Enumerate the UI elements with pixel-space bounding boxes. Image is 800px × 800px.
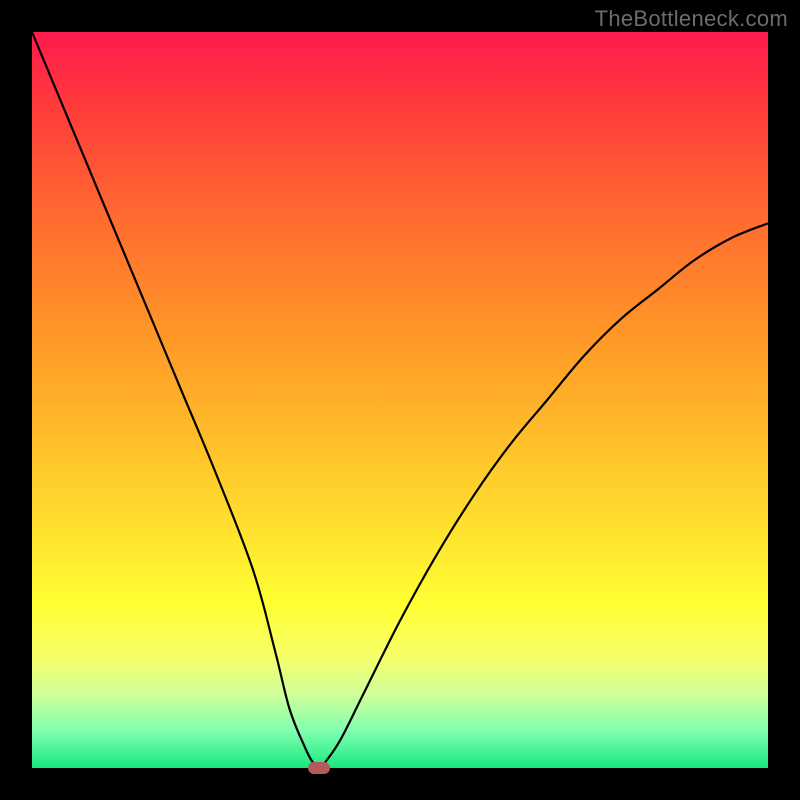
minimum-marker xyxy=(308,762,330,774)
watermark-text: TheBottleneck.com xyxy=(595,6,788,32)
bottleneck-curve xyxy=(32,32,768,768)
curve-svg xyxy=(32,32,768,768)
chart-frame: TheBottleneck.com xyxy=(0,0,800,800)
plot-area xyxy=(32,32,768,768)
